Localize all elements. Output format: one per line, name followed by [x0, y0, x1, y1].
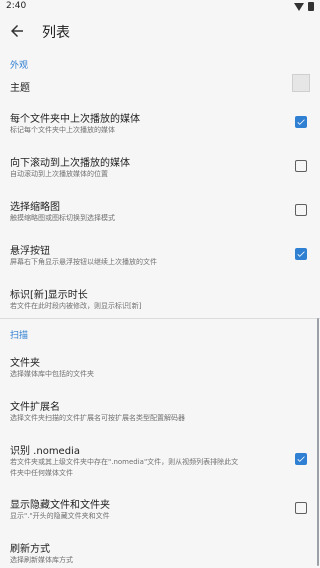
page-title: 列表	[42, 25, 70, 41]
setting-subtitle: 屏幕右下角显示悬浮按钮以继续上次播放的文件	[10, 258, 157, 266]
arrow-left-icon[interactable]	[8, 22, 26, 40]
wifi-icon	[294, 2, 304, 11]
setting-title: 悬浮按钮	[10, 246, 50, 257]
checkbox-checked[interactable]	[295, 248, 307, 260]
checkbox-checked[interactable]	[295, 116, 307, 128]
setting-title: 识别 .nomedia	[10, 446, 80, 457]
setting-title: 显示隐藏文件和文件夹	[10, 500, 110, 511]
setting-recognize-nomedia[interactable]: 识别 .nomedia 若文件夹或其上级文件夹中存在".nomedia"文件，则…	[0, 436, 320, 484]
setting-subtitle: 显示"."开头的隐藏文件夹和文件	[10, 512, 110, 520]
setting-select-thumbnail[interactable]: 选择缩略图 触摸缩略图或图标切换到选择模式	[0, 192, 320, 232]
setting-floating-button[interactable]: 悬浮按钮 屏幕右下角显示悬浮按钮以继续上次播放的文件	[0, 236, 320, 276]
setting-title: 标识[新]显示时长	[10, 290, 88, 301]
setting-last-played-each-folder[interactable]: 每个文件夹中上次播放的媒体 标记每个文件夹中上次播放的媒体	[0, 104, 320, 144]
checkbox-unchecked[interactable]	[295, 160, 307, 172]
checkbox-unchecked[interactable]	[295, 204, 307, 216]
setting-title: 向下滚动到上次播放的媒体	[10, 158, 130, 169]
setting-refresh-method[interactable]: 刷新方式 选择刷新媒体库方式	[0, 534, 320, 568]
setting-subtitle-line1: 若文件夹或其上级文件夹中存在".nomedia"文件，则从视频列表排除此文	[10, 458, 239, 466]
setting-show-hidden[interactable]: 显示隐藏文件和文件夹 显示"."开头的隐藏文件夹和文件	[0, 490, 320, 530]
settings-list: 外观 主题 每个文件夹中上次播放的媒体 标记每个文件夹中上次播放的媒体 向下滚动…	[0, 48, 320, 568]
setting-subtitle-line2: 件夹中任何媒体文件	[10, 469, 73, 477]
status-bar: 2:40	[0, 0, 320, 14]
theme-color-swatch[interactable]	[292, 74, 310, 92]
setting-subtitle: 选择文件夹扫描的文件扩展名可按扩展名类型配置解码器	[10, 414, 185, 422]
check-icon	[297, 456, 305, 462]
setting-title: 选择缩略图	[10, 202, 60, 213]
section-divider	[0, 318, 320, 319]
status-time: 2:40	[6, 1, 27, 11]
setting-theme[interactable]: 主题	[0, 68, 320, 98]
setting-file-extensions[interactable]: 文件扩展名 选择文件夹扫描的文件扩展名可按扩展名类型配置解码器	[0, 392, 320, 432]
setting-subtitle: 标记每个文件夹中上次播放的媒体	[10, 126, 115, 134]
setting-subtitle: 选择媒体库中包括的文件夹	[10, 370, 94, 378]
setting-subtitle: 若文件在此时段内被修改，则显示标识[新]	[10, 302, 142, 310]
setting-subtitle: 自动滚动到上次播放媒体的位置	[10, 170, 108, 178]
setting-title: 主题	[10, 83, 30, 94]
check-icon	[297, 119, 305, 125]
setting-subtitle: 触摸缩略图或图标切换到选择模式	[10, 214, 115, 222]
battery-icon	[308, 2, 314, 11]
setting-title: 文件夹	[10, 358, 40, 369]
checkbox-checked[interactable]	[295, 453, 307, 465]
setting-new-label-duration[interactable]: 标识[新]显示时长 若文件在此时段内被修改，则显示标识[新]	[0, 280, 320, 320]
setting-folders[interactable]: 文件夹 选择媒体库中包括的文件夹	[0, 348, 320, 388]
section-header-scan: 扫描	[10, 331, 29, 341]
scrollbar[interactable]	[317, 318, 319, 566]
status-icons	[294, 2, 314, 11]
setting-title: 文件扩展名	[10, 402, 60, 413]
setting-subtitle: 选择刷新媒体库方式	[10, 556, 73, 564]
setting-title: 刷新方式	[10, 544, 50, 555]
checkbox-unchecked[interactable]	[295, 502, 307, 514]
setting-title: 每个文件夹中上次播放的媒体	[10, 114, 140, 125]
toolbar: 列表	[0, 14, 320, 48]
check-icon	[297, 251, 305, 257]
setting-scroll-to-last-played[interactable]: 向下滚动到上次播放的媒体 自动滚动到上次播放媒体的位置	[0, 148, 320, 188]
